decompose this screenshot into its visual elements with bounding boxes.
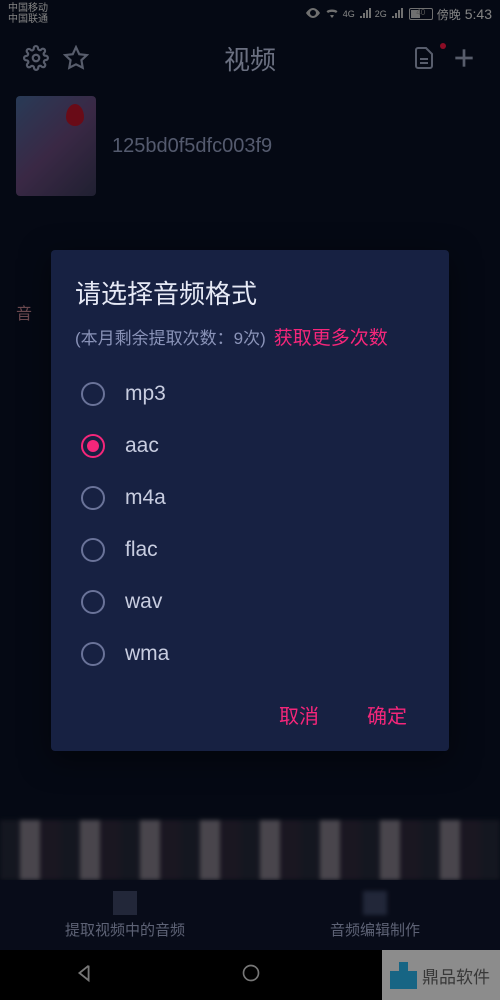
radio-icon [81,434,105,458]
option-label: mp3 [125,382,166,406]
cancel-button[interactable]: 取消 [279,700,319,729]
get-more-link[interactable]: 获取更多次数 [274,323,388,350]
format-dialog: 请选择音频格式 (本月剩余提取次数：9次) 获取更多次数 mp3 aac m4a… [51,250,449,751]
dialog-title: 请选择音频格式 [75,274,425,311]
format-options: mp3 aac m4a flac wav wma [75,368,425,694]
option-label: flac [125,538,158,562]
option-flac[interactable]: flac [81,538,425,562]
option-label: wma [125,642,169,666]
modal-backdrop[interactable]: 请选择音频格式 (本月剩余提取次数：9次) 获取更多次数 mp3 aac m4a… [0,0,500,1000]
radio-icon [81,382,105,406]
radio-icon [81,538,105,562]
option-mp3[interactable]: mp3 [81,382,425,406]
remaining-count: (本月剩余提取次数：9次) [75,324,266,349]
option-wav[interactable]: wav [81,590,425,614]
confirm-button[interactable]: 确定 [367,700,407,729]
option-m4a[interactable]: m4a [81,486,425,510]
radio-icon [81,486,105,510]
option-aac[interactable]: aac [81,434,425,458]
option-label: m4a [125,486,166,510]
option-wma[interactable]: wma [81,642,425,666]
option-label: aac [125,434,159,458]
radio-icon [81,590,105,614]
option-label: wav [125,590,162,614]
radio-icon [81,642,105,666]
